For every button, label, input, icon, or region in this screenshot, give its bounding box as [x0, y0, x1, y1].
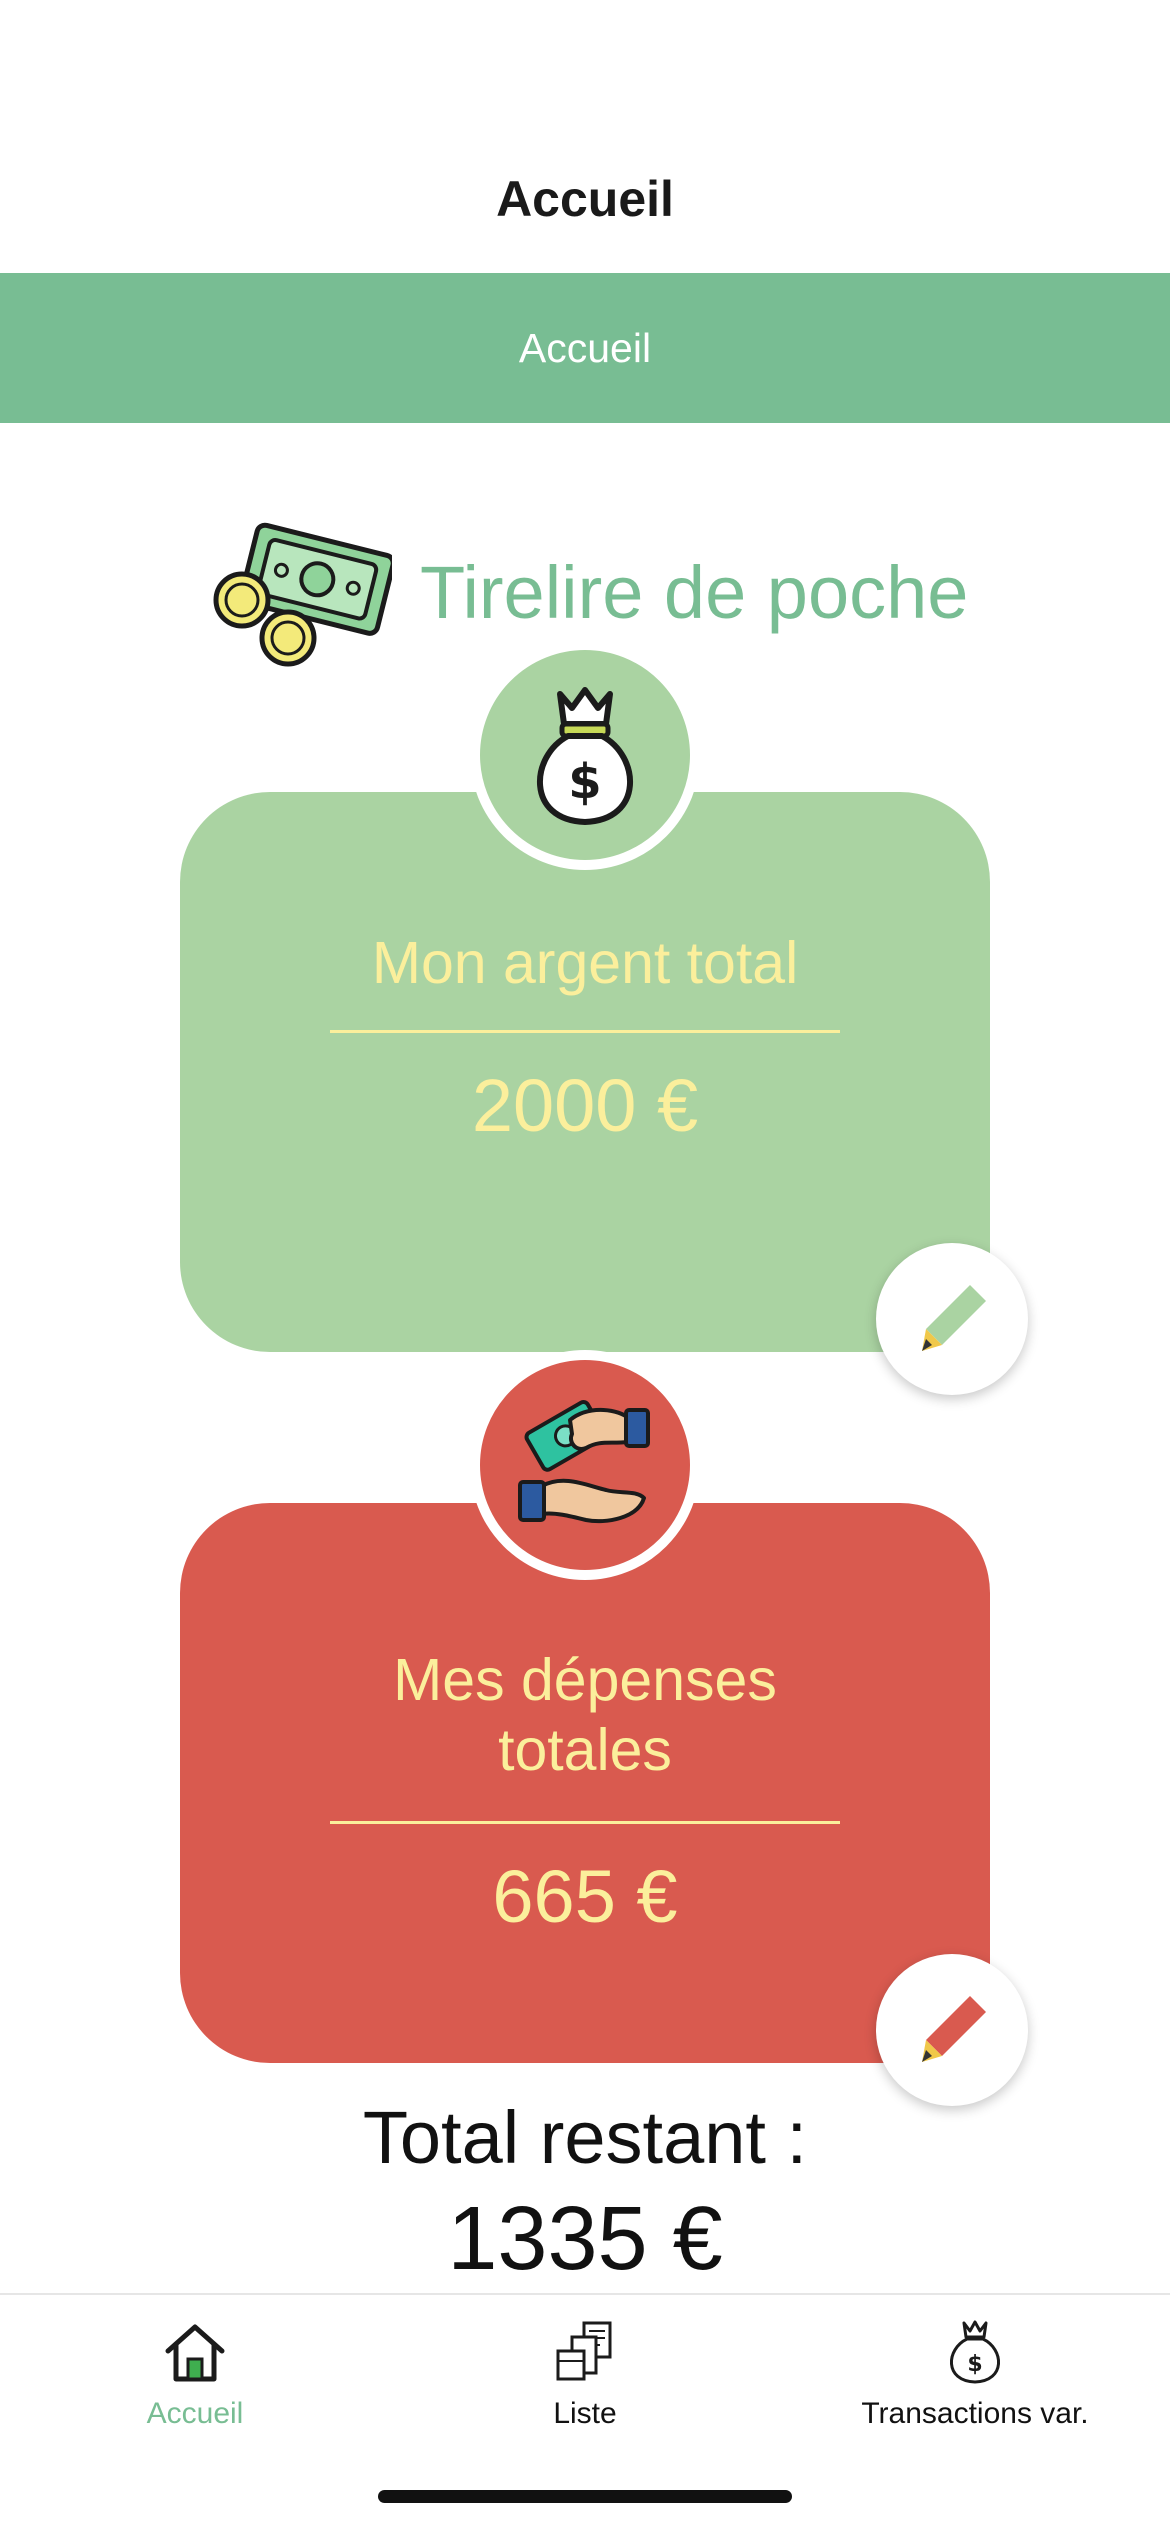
tab-label: Liste — [553, 2397, 617, 2430]
home-icon — [165, 2324, 225, 2382]
remaining-label: Total restant : — [362, 2096, 808, 2179]
card-divider — [330, 1821, 840, 1824]
svg-text:$: $ — [967, 2352, 982, 2377]
money-bag-icon: $ — [536, 687, 634, 825]
total-money-value: 2000 € — [471, 1064, 699, 1147]
expenses-value: 665 € — [492, 1855, 678, 1938]
money-bag-badge: $ — [470, 640, 700, 870]
tab-label: Accueil — [146, 2397, 244, 2430]
money-bag-icon: $ — [950, 2320, 1000, 2384]
hands-money-badge — [470, 1350, 700, 1580]
edit-expenses-button[interactable] — [876, 1954, 1028, 2106]
home-indicator[interactable] — [378, 2490, 792, 2503]
tab-liste[interactable]: Liste — [390, 2295, 780, 2465]
total-money-label: Mon argent total — [371, 930, 799, 996]
tab-label: Transactions var. — [861, 2397, 1089, 2430]
total-money-card: Mon argent total 2000 € — [180, 792, 990, 1352]
banner-label: Accueil — [518, 324, 652, 371]
hands-money-icon — [518, 1400, 650, 1524]
receipts-icon — [556, 2321, 612, 2381]
expenses-card: Mes dépenses totales 665 € — [180, 1503, 990, 2063]
pencil-icon — [922, 1285, 986, 1351]
expenses-label-line2: totales — [498, 1717, 672, 1783]
tab-accueil[interactable]: Accueil — [0, 2295, 390, 2465]
edit-total-button[interactable] — [876, 1243, 1028, 1395]
app-title: Tirelire de poche — [420, 551, 969, 634]
expenses-label-line1: Mes dépenses — [393, 1647, 777, 1713]
header-banner: Accueil — [0, 273, 1170, 423]
pencil-icon — [922, 1996, 986, 2062]
page-title: Accueil — [496, 171, 674, 227]
svg-text:$: $ — [568, 754, 601, 810]
money-bills-coins-icon — [213, 522, 392, 667]
remaining-value: 1335 € — [447, 2189, 723, 2289]
tab-transactions[interactable]: $ Transactions var. — [780, 2295, 1170, 2465]
card-divider — [330, 1030, 840, 1033]
